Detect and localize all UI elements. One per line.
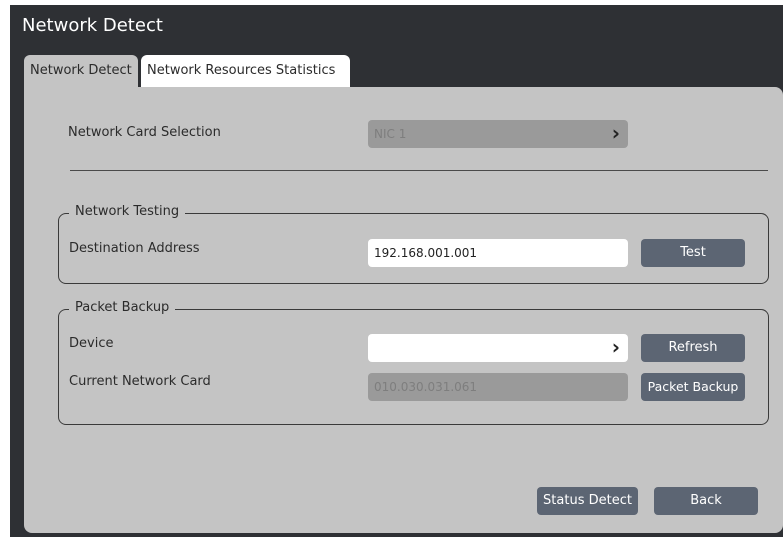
network-testing-legend: Network Testing bbox=[69, 204, 186, 219]
network-detect-window: Network Detect Network Detect Network Re… bbox=[10, 5, 783, 537]
network-testing-group: Network Testing Destination Address Test bbox=[58, 204, 769, 284]
tab-network-resources-statistics[interactable]: Network Resources Statistics bbox=[141, 55, 350, 87]
network-detect-panel: Network Card Selection NIC 1 › Network T… bbox=[24, 87, 783, 533]
status-detect-button[interactable]: Status Detect bbox=[537, 487, 638, 515]
back-button[interactable]: Back bbox=[654, 487, 758, 515]
destination-address-label: Destination Address bbox=[69, 241, 200, 256]
packet-backup-group: Packet Backup Device › Refresh Current N… bbox=[58, 300, 769, 425]
title-bar: Network Detect bbox=[10, 5, 783, 49]
chevron-right-icon: › bbox=[611, 335, 620, 359]
destination-address-input[interactable] bbox=[368, 239, 628, 267]
tab-network-detect[interactable]: Network Detect bbox=[24, 55, 138, 87]
section-divider bbox=[70, 170, 768, 171]
network-card-value: NIC 1 bbox=[374, 127, 407, 141]
window-title: Network Detect bbox=[22, 15, 163, 36]
current-network-card-field bbox=[368, 373, 628, 401]
current-network-card-label: Current Network Card bbox=[69, 374, 211, 389]
network-card-select[interactable]: NIC 1 › bbox=[368, 120, 628, 148]
packet-backup-legend: Packet Backup bbox=[69, 300, 176, 315]
chevron-right-icon: › bbox=[611, 121, 620, 145]
packet-backup-button[interactable]: Packet Backup bbox=[641, 373, 745, 401]
network-card-selection-label: Network Card Selection bbox=[68, 125, 221, 140]
device-select[interactable]: › bbox=[368, 334, 628, 362]
device-label: Device bbox=[69, 336, 114, 351]
refresh-button[interactable]: Refresh bbox=[641, 334, 745, 362]
test-button[interactable]: Test bbox=[641, 239, 745, 267]
